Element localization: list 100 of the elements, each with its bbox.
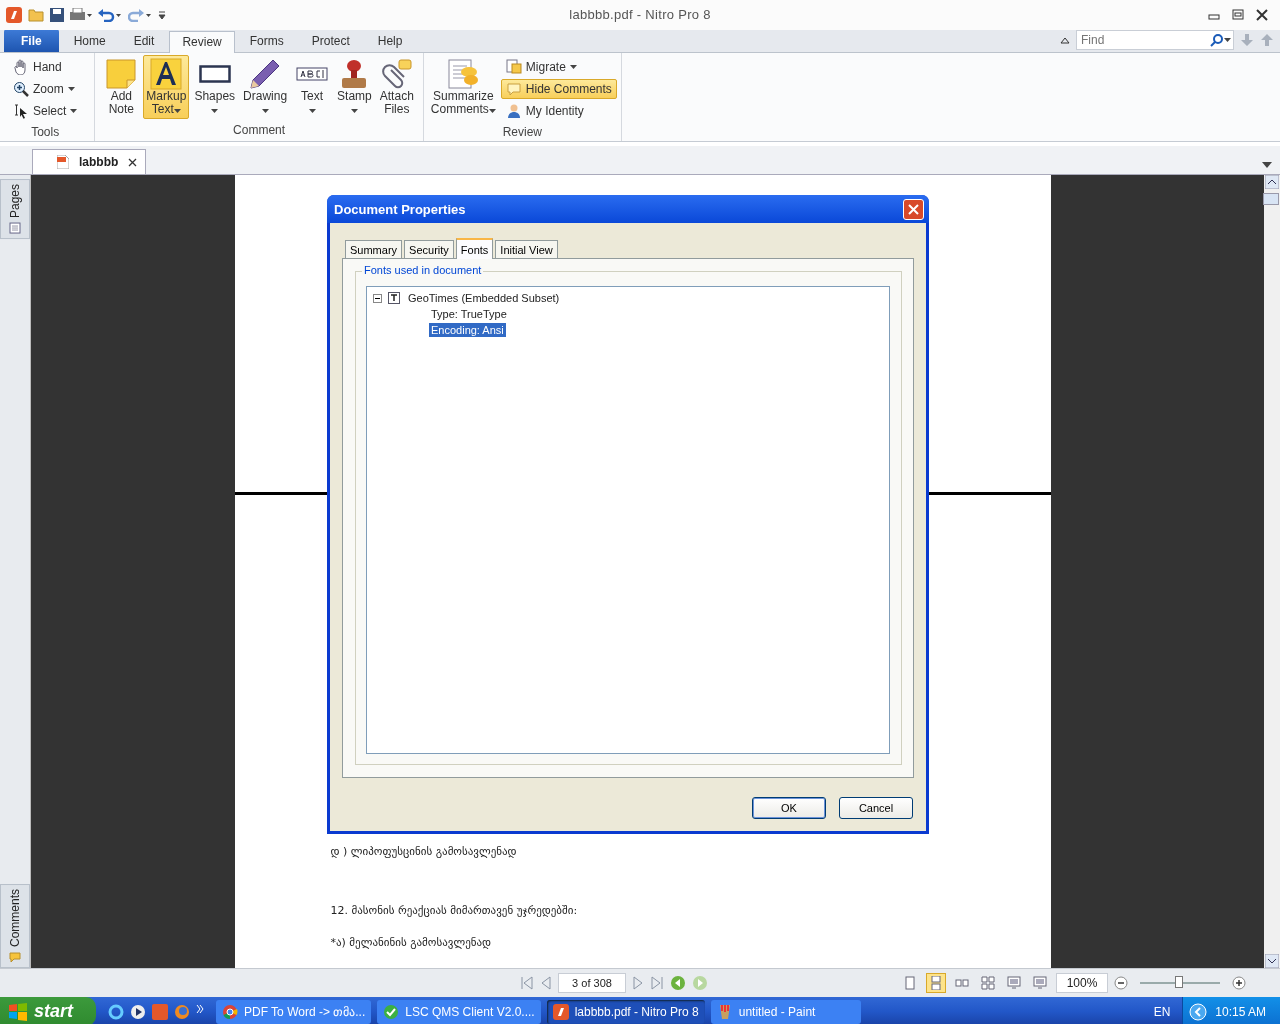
dialog-title: Document Properties [334,201,466,217]
back-icon[interactable] [670,975,686,991]
side-panel-tab[interactable]: Pages [0,179,30,240]
next-page-icon[interactable] [632,976,644,990]
view-mode-button[interactable] [978,973,998,993]
flag-icon [8,1002,28,1021]
scrollbar[interactable] [1264,175,1280,968]
show-hidden-icons-icon[interactable] [1189,1002,1208,1021]
close-icon [908,203,919,215]
dialog-tab[interactable]: Security [404,240,454,258]
tree-item[interactable]: GeoTimes (Embedded Subset) [406,291,562,305]
find-field[interactable]: Find [1076,30,1234,50]
checkmark-icon [383,1003,400,1020]
dialog-tab[interactable]: Fonts [455,238,494,259]
dialog-tab[interactable]: Summary [345,240,403,258]
ribbon-button[interactable]: Migrate [500,57,617,77]
hand-icon [13,59,29,75]
last-page-icon[interactable] [650,976,664,990]
close-icon[interactable] [128,157,138,167]
find-input[interactable]: Find [1081,33,1210,47]
chrome-icon [222,1003,238,1020]
view-mode-button[interactable] [926,973,946,993]
ribbon-button[interactable]: Summarize Comments [427,55,499,119]
single-page-icon [903,976,917,990]
app-logo-icon[interactable] [6,7,22,23]
language-indicator[interactable]: EN [1153,1004,1171,1019]
ribbon-button[interactable]: Add Note [101,55,142,119]
taskbar-button[interactable]: untitled - Paint [710,999,861,1024]
ribbon-tab[interactable]: Protect [298,30,363,52]
app-logo-icon [552,1003,569,1020]
tree-item[interactable]: Type: TrueType [429,307,509,321]
page-number-field[interactable]: 3 of 308 [558,973,626,993]
letter-a-icon [150,58,183,90]
print-icon[interactable] [70,8,92,22]
scrollbar-thumb[interactable] [1263,193,1279,205]
side-panel-tab[interactable]: Comments [0,884,30,968]
ribbon-tab[interactable]: Help [364,30,416,52]
open-folder-icon[interactable] [28,8,44,22]
sticky-note-icon [105,58,138,90]
clock: 10:15 AM [1215,1004,1266,1019]
ribbon-button[interactable]: My Identity [500,101,617,121]
zoom-in-icon[interactable] [1232,976,1246,990]
zoom-slider-thumb[interactable] [1175,976,1183,988]
scroll-up-icon[interactable] [1265,175,1279,189]
migrate-icon [505,59,522,75]
caret-icon [1224,38,1231,42]
taskbar-button[interactable]: labbbb.pdf - Nitro Pro 8 [546,999,705,1024]
dialog-button[interactable]: OK [752,797,826,819]
document-text: დ ) ლიპოფუსცინის გამოსავლენად [330,845,518,858]
start-button[interactable]: start [0,997,96,1024]
ribbon-button[interactable]: Markup Text [143,55,190,119]
ribbon-tab[interactable]: Edit [120,30,168,52]
previous-page-icon[interactable] [540,976,552,990]
dialog-tab[interactable]: Initial View [495,240,558,258]
undo-icon[interactable] [98,8,122,22]
first-page-icon[interactable] [520,976,534,990]
taskbar-button[interactable]: PDF To Word -> თმა... [216,999,372,1024]
ribbon-tab[interactable]: Review [169,31,235,53]
truetype-font-icon [388,292,400,304]
ribbon-button[interactable]: Stamp [334,55,375,119]
ribbon-button[interactable]: Hand [8,57,83,77]
document-tab[interactable]: labbbb [32,149,147,174]
close-button[interactable] [903,198,924,220]
window-title: labbbb.pdf - Nitro Pro 8 [569,7,711,22]
taskbar-button[interactable]: LSC QMS Client V2.0.... [377,999,541,1024]
page-icon [9,222,21,235]
paperclip-icon [380,58,413,90]
dialog-button[interactable]: Cancel [839,797,913,819]
ribbon-button[interactable]: Text [292,55,333,119]
ribbon-tab[interactable]: Forms [236,30,297,52]
ribbon-button[interactable]: Attach Files [376,55,417,119]
save-icon[interactable] [50,8,64,22]
ribbon-tab[interactable]: File [4,29,59,52]
ribbon-tab[interactable]: Home [60,30,119,52]
facing-pages-icon [955,976,969,990]
chevron-icon[interactable] [196,1003,204,1014]
search-icon[interactable] [1210,33,1224,47]
ribbon-button[interactable]: Hide Comments [500,79,617,99]
dropdown-arrow-icon[interactable] [1262,162,1272,168]
ribbon-button[interactable]: Shapes [191,55,239,119]
scroll-down-icon[interactable] [1265,954,1279,968]
maximize-icon[interactable] [1232,9,1244,21]
close-icon[interactable] [1256,9,1268,21]
presentation-icon [1033,976,1047,990]
customize-toolbar-icon[interactable] [158,9,166,21]
continuous-facing-icon [981,976,995,990]
pencil-icon [249,58,282,90]
speech-bubble-icon [505,81,522,97]
ribbon-button[interactable]: Drawing [240,55,291,119]
collapse-ribbon-icon[interactable] [1060,36,1070,44]
ribbon-button[interactable]: Select [8,101,83,121]
collapse-icon[interactable] [373,293,382,303]
select-cursor-icon [13,103,29,119]
tree-item[interactable]: Encoding: Ansi [429,323,506,337]
redo-icon[interactable] [128,8,152,22]
zoom-out-icon[interactable] [1114,976,1128,990]
ribbon-button[interactable]: Zoom [8,79,83,99]
media-player-icon[interactable] [130,1003,146,1020]
ribbon-group-label: Comment [232,123,287,139]
zoom-field[interactable]: 100% [1056,973,1108,993]
